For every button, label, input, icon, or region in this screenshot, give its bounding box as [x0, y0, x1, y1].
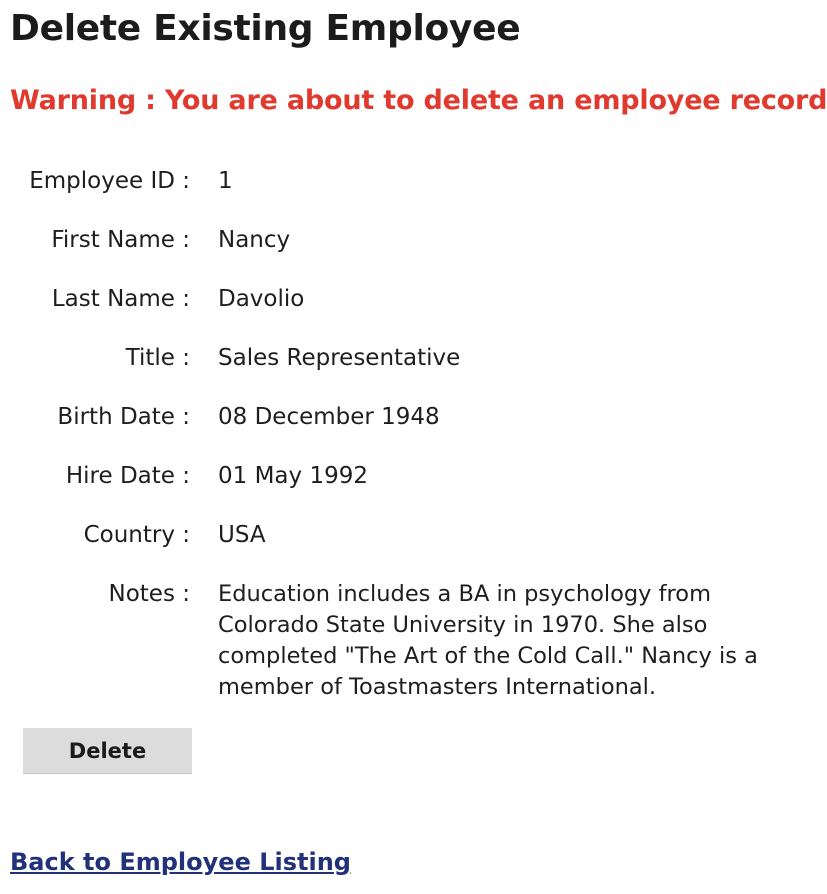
notes-value: Education includes a BA in psychology fr… — [218, 581, 758, 700]
country-label: Country : — [83, 522, 190, 548]
first-name-row: First Name : Nancy — [0, 225, 803, 284]
title-label: Title : — [125, 345, 190, 371]
notes-row: Notes : Education includes a BA in psych… — [0, 579, 803, 703]
hire-date-row: Hire Date : 01 May 1992 — [0, 461, 803, 520]
last-name-value: Davolio — [218, 286, 305, 312]
hire-date-label: Hire Date : — [65, 463, 190, 489]
country-row: Country : USA — [0, 520, 803, 579]
title-row: Title : Sales Representative — [0, 343, 803, 402]
back-to-employee-listing-link[interactable]: Back to Employee Listing — [10, 848, 351, 876]
last-name-row: Last Name : Davolio — [0, 284, 803, 343]
employee-id-label: Employee ID : — [29, 168, 190, 194]
employee-details-table: Employee ID : 1 First Name : Nancy Last … — [0, 166, 803, 703]
title-value: Sales Representative — [218, 345, 461, 371]
first-name-label: First Name : — [51, 227, 190, 253]
page-title: Delete Existing Employee — [10, 8, 521, 49]
employee-id-row: Employee ID : 1 — [0, 166, 803, 225]
birth-date-row: Birth Date : 08 December 1948 — [0, 402, 803, 461]
birth-date-label: Birth Date : — [57, 404, 190, 430]
employee-id-value: 1 — [218, 168, 233, 194]
delete-button[interactable]: Delete — [23, 728, 192, 774]
hire-date-value: 01 May 1992 — [218, 463, 368, 489]
first-name-value: Nancy — [218, 227, 291, 253]
notes-label: Notes : — [108, 581, 191, 607]
last-name-label: Last Name : — [51, 286, 190, 312]
delete-warning: Warning : You are about to delete an emp… — [10, 85, 827, 116]
birth-date-value: 08 December 1948 — [218, 404, 440, 430]
country-value: USA — [218, 522, 266, 548]
